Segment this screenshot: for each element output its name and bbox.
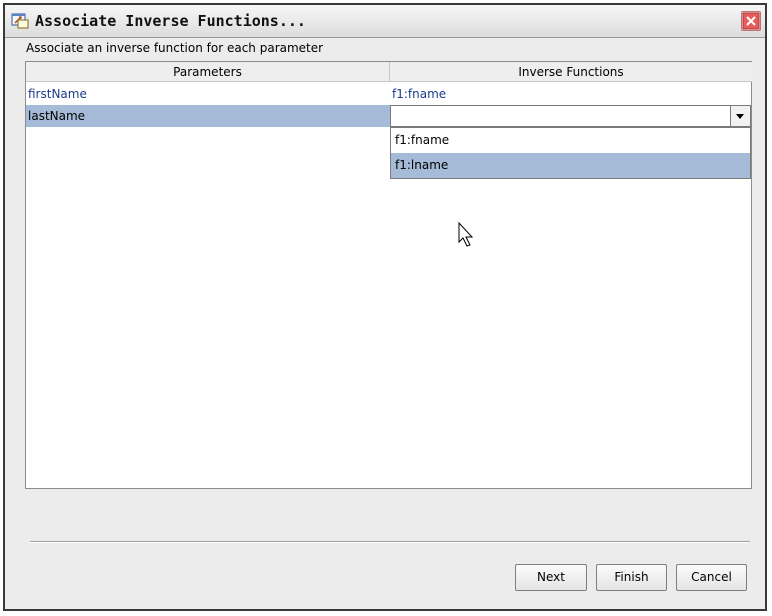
close-icon (742, 12, 760, 30)
next-button[interactable]: Next (515, 564, 587, 591)
separator (30, 541, 750, 543)
inverse-function-cell[interactable]: f1:fname (390, 83, 752, 105)
inverse-function-combobox[interactable] (390, 105, 751, 127)
dropdown-option-lname[interactable]: f1:lname (391, 153, 750, 178)
window-title: Associate Inverse Functions... (35, 12, 306, 30)
inverse-function-dropdown-list: f1:fname f1:lname (390, 127, 751, 179)
parameter-cell[interactable]: lastName (26, 105, 390, 127)
finish-button[interactable]: Finish (596, 564, 667, 591)
close-button[interactable] (741, 11, 761, 31)
table-header: Parameters Inverse Functions (26, 62, 752, 82)
dropdown-option-fname[interactable]: f1:fname (391, 128, 750, 153)
combobox-dropdown-button[interactable] (730, 106, 750, 126)
table-row[interactable]: firstName f1:fname (26, 83, 751, 105)
column-header-inverse-functions[interactable]: Inverse Functions (390, 62, 752, 82)
instruction-label: Associate an inverse function for each p… (26, 41, 324, 55)
combobox-value (391, 106, 393, 126)
parameter-cell[interactable]: firstName (26, 83, 390, 105)
function-mapping-icon (11, 13, 29, 29)
title-bar[interactable]: Associate Inverse Functions... (5, 5, 765, 38)
parameters-table: Parameters Inverse Functions firstName f… (25, 61, 752, 489)
cancel-button[interactable]: Cancel (676, 564, 747, 591)
column-header-parameters[interactable]: Parameters (26, 62, 390, 82)
chevron-down-icon (736, 114, 744, 119)
